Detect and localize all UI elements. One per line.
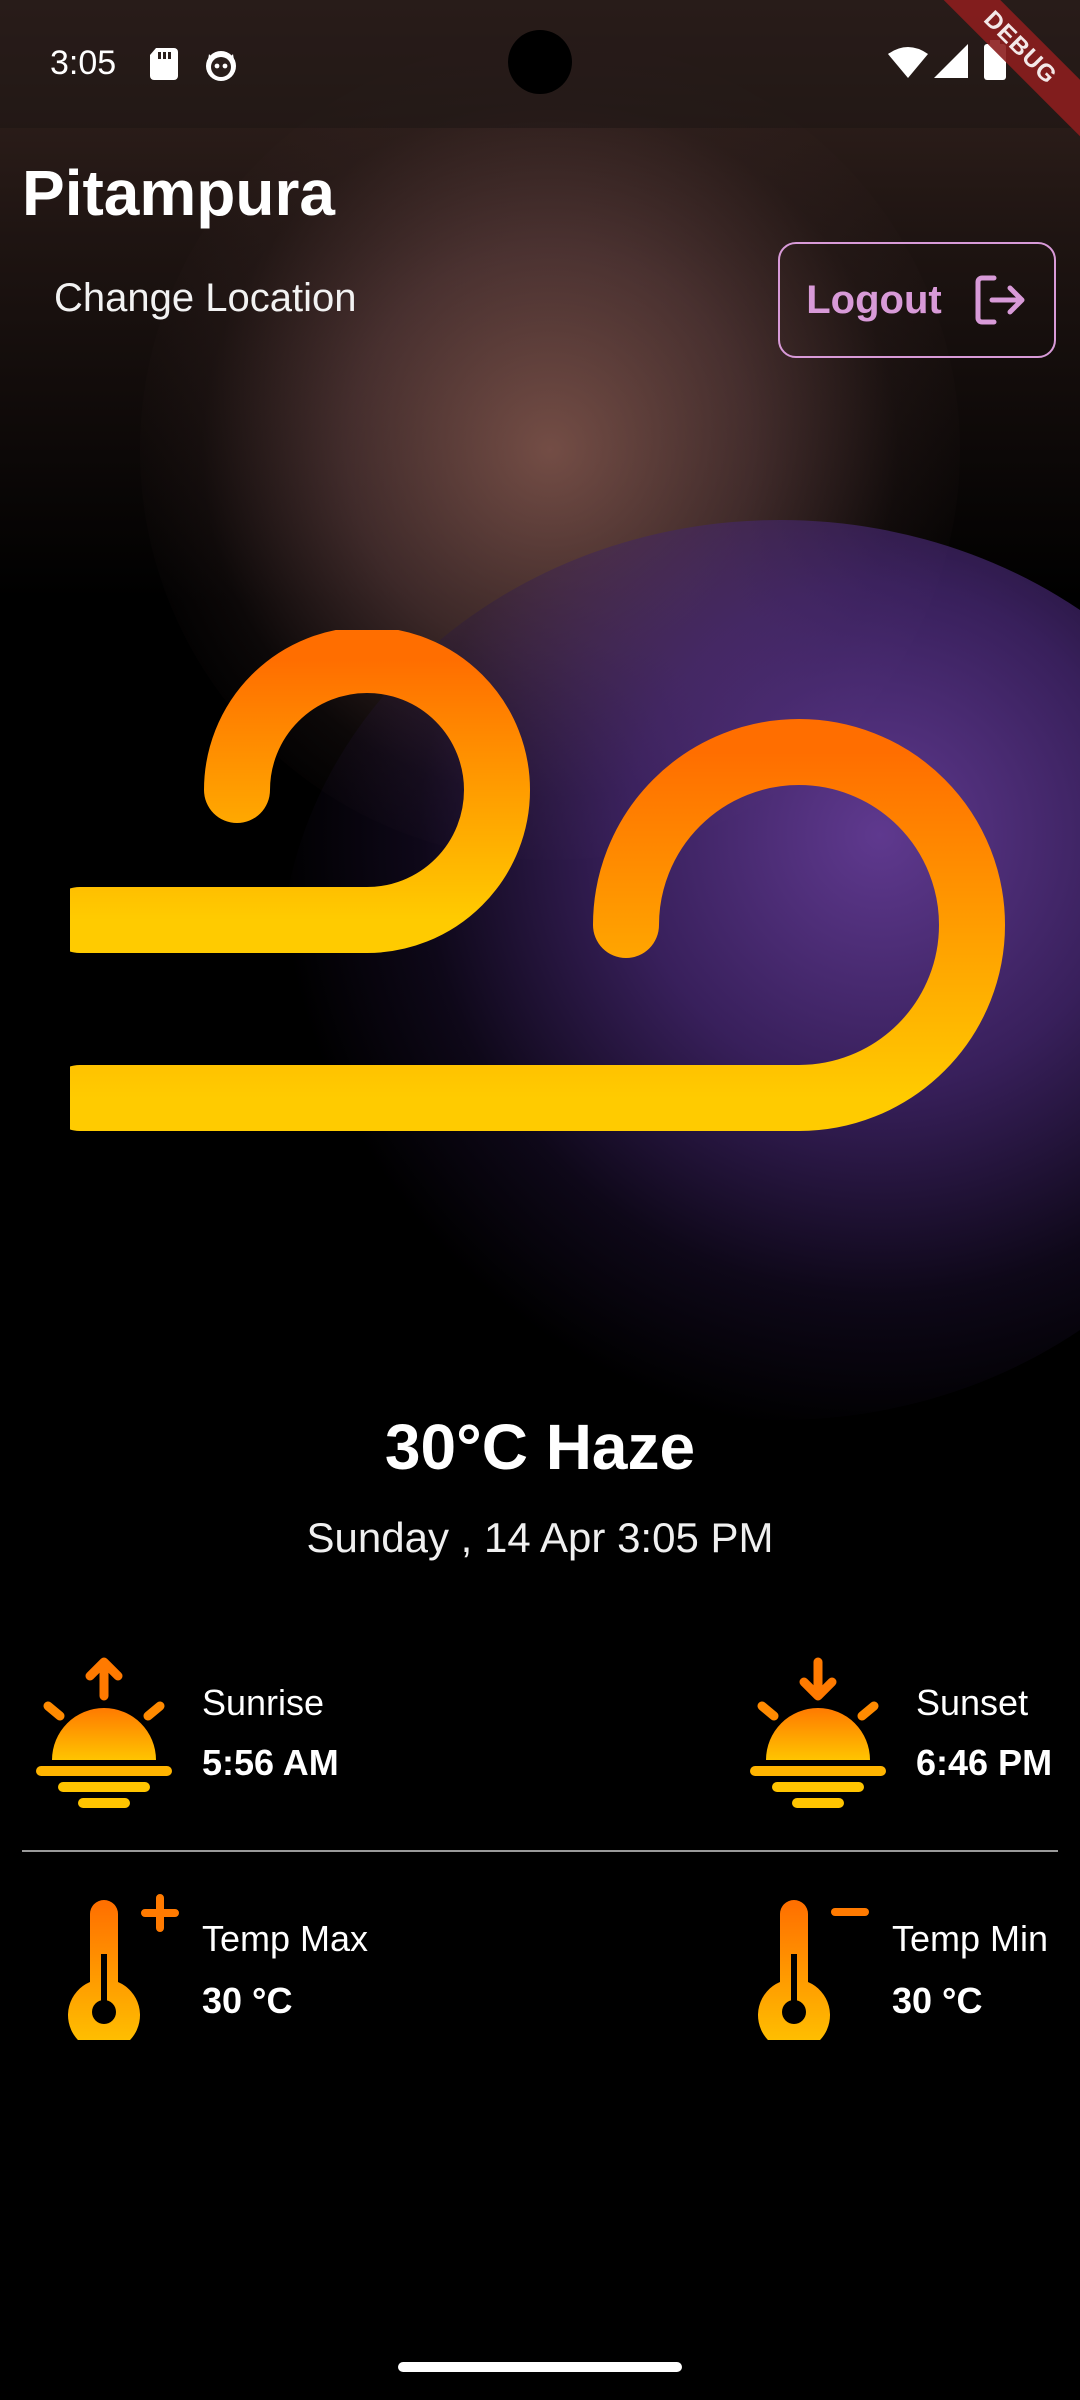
temp-min-label: Temp Min: [892, 1918, 1049, 1959]
sunrise-value: 5:56 AM: [202, 1742, 339, 1783]
cellular-signal-icon: [934, 44, 968, 78]
temp-max-label: Temp Max: [202, 1918, 369, 1959]
temp-min-value: 30 °C: [892, 1980, 983, 2021]
logout-button[interactable]: Logout: [778, 242, 1056, 358]
status-bar: 3:05 DEBUG: [0, 0, 1080, 155]
temp-max-value: 30 °C: [202, 1980, 293, 2021]
logout-label: Logout: [806, 277, 942, 322]
home-indicator[interactable]: [398, 2362, 682, 2372]
temperature-condition: 30°C Haze: [384, 1411, 696, 1483]
location-title: Pitampura: [22, 157, 335, 229]
logout-icon: [975, 275, 1025, 325]
date-time: Sunday , 14 Apr 3:05 PM: [306, 1514, 774, 1561]
sunset-icon: [750, 1657, 886, 1808]
front-camera: [508, 30, 572, 94]
thermometer-plus-icon: [68, 1894, 179, 2040]
divider: [22, 1850, 1058, 1852]
sd-card-icon: [150, 48, 178, 80]
sunrise-icon: [36, 1657, 172, 1808]
sunset-label: Sunset: [916, 1682, 1029, 1723]
wifi-icon: [888, 47, 928, 78]
change-location-button[interactable]: Change Location: [54, 276, 356, 321]
thermometer-minus-icon: [758, 1900, 869, 2040]
sunset-value: 6:46 PM: [916, 1742, 1053, 1783]
weather-screen: 3:05 DEBUG Pitampura Change Location Log…: [0, 0, 1080, 2400]
sunrise-label: Sunrise: [202, 1682, 325, 1723]
notification-app-icon: [206, 51, 236, 81]
wind-haze-icon: [70, 630, 1005, 1131]
status-time: 3:05: [50, 44, 117, 82]
